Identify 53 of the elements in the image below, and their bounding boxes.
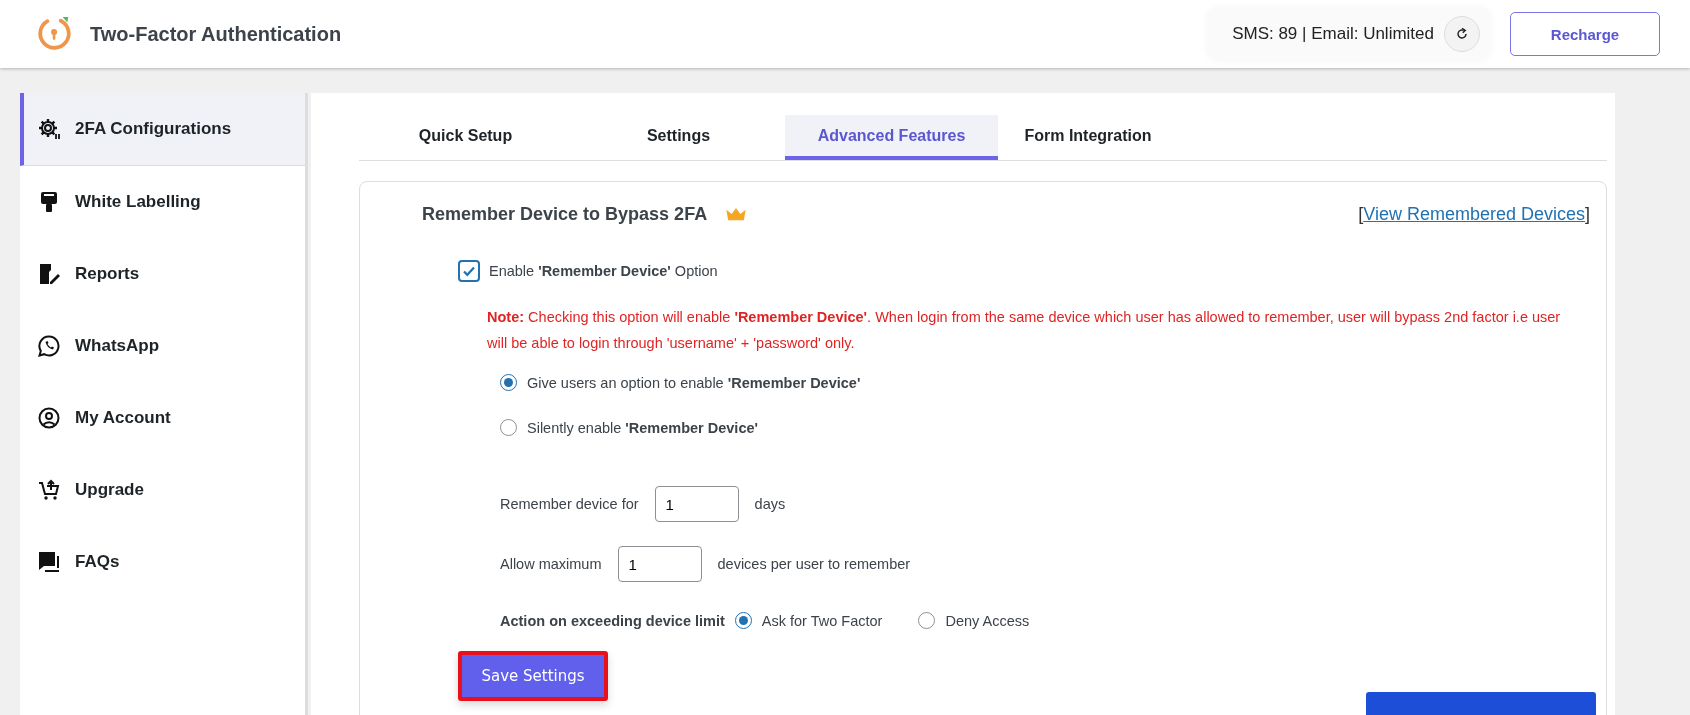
bracket-text: ] (1585, 203, 1590, 225)
question-chat-icon (37, 550, 61, 574)
tab[interactable]: Form Integration (998, 115, 1178, 160)
sidebar-label: Upgrade (75, 480, 144, 500)
sidebar-label: White Labelling (75, 192, 201, 212)
sidebar-label: 2FA Configurations (75, 119, 232, 139)
tab[interactable]: Quick Setup (359, 115, 572, 160)
bracket-text: [ (1358, 203, 1364, 225)
sidebar-item[interactable]: 2FA Configurations (20, 93, 305, 166)
field-label: Remember device for (500, 496, 639, 512)
account-icon (37, 406, 61, 430)
tab[interactable]: Advanced Features (785, 115, 998, 160)
warning-note: Note: Checking this option will enable 'Remember Device'. When login from the same device which user has allowed to remember, user will bypass 2nd factor i.e user will be able to login through 'username' + 'password' only. (487, 308, 1562, 353)
logo-icon (36, 15, 74, 53)
view-devices-link[interactable]: View Remembered Devices (1363, 203, 1585, 225)
cart-icon (37, 478, 61, 502)
radio-label: Deny Access (945, 612, 1030, 629)
days-input[interactable]: 1 (654, 486, 739, 522)
sidebar-label: FAQs (75, 552, 120, 572)
section-title: Remember Device to Bypass 2FA (422, 203, 708, 225)
field-unit: days (754, 496, 786, 512)
sidebar-label: WhatsApp (75, 336, 160, 356)
radio-button[interactable] (734, 612, 752, 629)
checkbox[interactable] (458, 260, 480, 282)
whatsapp-icon (37, 334, 61, 358)
sidebar-item[interactable]: Upgrade (20, 454, 305, 526)
refresh-icon (1454, 26, 1470, 42)
sidebar-item[interactable]: WhatsApp (20, 310, 305, 382)
sidebar-label: My Account (75, 408, 171, 428)
balance-text: SMS: 89 | Email: Unlimited (1232, 24, 1434, 44)
field-unit: devices per user to remember (717, 556, 911, 572)
sidebar-label: Reports (75, 264, 140, 284)
radio-button[interactable] (918, 612, 936, 629)
checkbox-label: Enable 'Remember Device' Option (489, 263, 718, 279)
devices-input[interactable]: 1 (617, 546, 702, 582)
report-icon (37, 262, 61, 286)
save-settings-button[interactable]: Save Settings (458, 651, 608, 701)
sidebar-item[interactable]: Reports (20, 238, 305, 310)
radio-button[interactable] (500, 419, 517, 436)
sidebar-item[interactable]: White Labelling (20, 166, 305, 238)
tab[interactable]: Settings (572, 115, 785, 160)
sidebar-item[interactable]: FAQs (20, 526, 305, 598)
field-label: Action on exceeding device limit (500, 612, 725, 629)
radio-label: Silently enable 'Remember Device' (527, 419, 758, 436)
app-title: Two-Factor Authentication (90, 22, 342, 46)
refresh-button[interactable] (1444, 16, 1480, 52)
gear-icon (37, 117, 61, 141)
radio-label: Ask for Two Factor (761, 612, 883, 629)
radio-label: Give users an option to enable 'Remember Device' (527, 374, 861, 391)
field-label: Allow maximum (500, 556, 602, 572)
recharge-button[interactable]: Recharge (1510, 12, 1660, 56)
radio-button[interactable] (500, 374, 517, 391)
sidebar-item[interactable]: My Account (20, 382, 305, 454)
